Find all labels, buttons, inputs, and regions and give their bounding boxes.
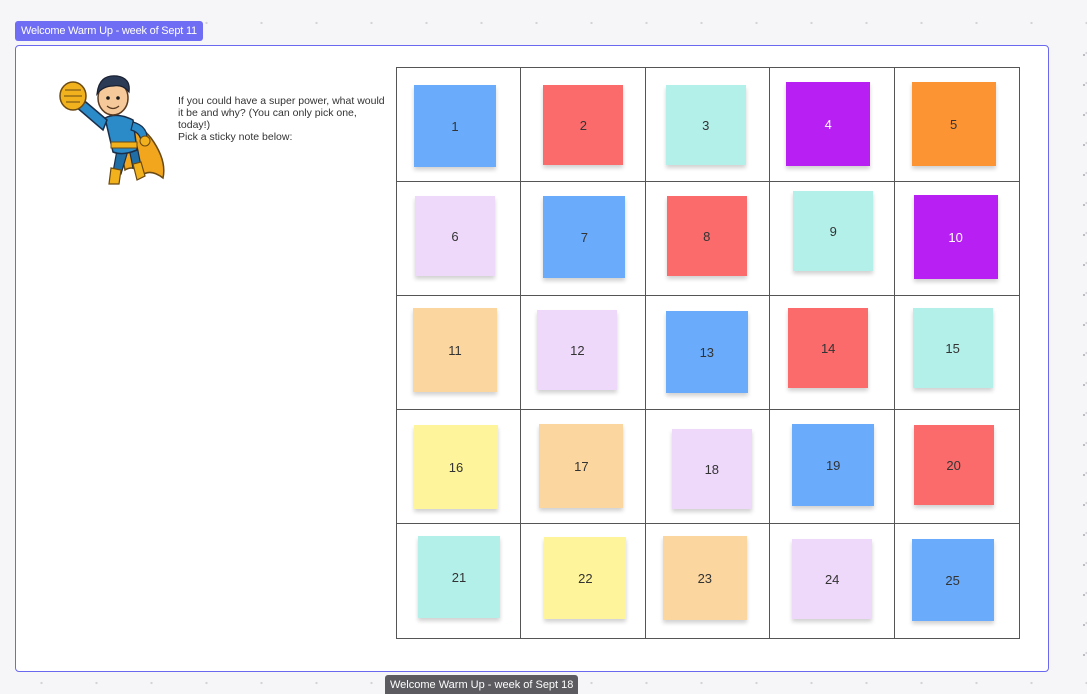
sticky-note-18[interactable]: 18	[671, 429, 752, 509]
sticky-note-10[interactable]: 10	[913, 195, 998, 279]
sticky-note-label: 22	[578, 570, 593, 586]
grid-cell: 8	[645, 182, 771, 296]
sticky-note-label: 7	[580, 229, 588, 245]
sticky-note-25[interactable]: 25	[911, 539, 994, 621]
sticky-note-label: 4	[824, 116, 832, 132]
grid-cell: 15	[894, 296, 1019, 410]
sticky-note-label: 11	[448, 342, 462, 358]
sticky-note-label: 15	[945, 340, 960, 356]
sticky-note-7[interactable]: 7	[543, 196, 626, 278]
sticky-note-grid: 1 2 3 4 5 6 7 8 9 10 11 12 13 14 15 16 17 18 19 20 21 22 23 24 2…	[396, 67, 1020, 639]
sticky-note-6[interactable]: 6	[415, 196, 495, 276]
sticky-note-label: 19	[825, 457, 841, 473]
sticky-note-label: 20	[946, 457, 961, 473]
sticky-note-1[interactable]: 1	[414, 85, 496, 167]
sticky-note-label: 10	[948, 229, 963, 245]
grid-cell: 6	[397, 182, 522, 296]
grid-cell: 11	[397, 296, 522, 410]
sticky-note-label: 5	[949, 116, 958, 132]
sticky-note-23[interactable]: 23	[662, 536, 747, 620]
sticky-note-label: 1	[451, 118, 459, 134]
warm-up-prompt[interactable]: If you could have a super power, what wo…	[178, 95, 388, 143]
sticky-note-3[interactable]: 3	[665, 85, 746, 165]
sticky-note-label: 14	[820, 340, 836, 356]
sticky-note-13[interactable]: 13	[665, 311, 748, 393]
grid-cell: 17	[521, 410, 646, 524]
sticky-note-label: 2	[579, 117, 587, 133]
grid-cell: 20	[894, 410, 1019, 524]
sticky-note-17[interactable]: 17	[539, 424, 624, 508]
sticky-note-label: 18	[704, 461, 720, 477]
sticky-note-9[interactable]: 9	[793, 191, 874, 271]
superhero-illustration[interactable]	[55, 68, 173, 188]
sticky-note-label: 24	[824, 571, 840, 587]
sticky-note-label: 8	[703, 228, 711, 244]
sticky-note-label: 25	[945, 572, 960, 588]
grid-cell: 9	[770, 182, 895, 296]
grid-cell: 18	[645, 410, 771, 524]
grid-cell: 4	[770, 68, 895, 182]
sticky-note-24[interactable]: 24	[792, 539, 873, 619]
sticky-note-5[interactable]: 5	[911, 82, 996, 166]
sticky-note-21[interactable]: 21	[418, 536, 500, 618]
frame-title-tab[interactable]: Welcome Warm Up - week of Sept 11	[15, 21, 203, 41]
grid-cell: 12	[521, 296, 646, 410]
prompt-instruction: Pick a sticky note below:	[178, 131, 293, 143]
prompt-question: If you could have a super power, what wo…	[178, 95, 385, 131]
grid-cell: 2	[521, 68, 646, 182]
grid-cell: 10	[894, 182, 1019, 296]
grid-cell: 7	[521, 182, 646, 296]
sticky-note-22[interactable]: 22	[544, 537, 627, 619]
sticky-note-12[interactable]: 12	[537, 310, 618, 390]
sticky-note-14[interactable]: 14	[788, 308, 869, 388]
grid-cell: 5	[894, 68, 1019, 182]
sticky-note-label: 23	[697, 570, 713, 586]
sticky-note-2[interactable]: 2	[543, 85, 624, 165]
sticky-note-4[interactable]: 4	[786, 82, 871, 166]
sticky-note-label: 12	[570, 342, 585, 358]
sticky-note-19[interactable]: 19	[792, 424, 875, 506]
sticky-note-15[interactable]: 15	[912, 308, 993, 388]
grid-cell: 1	[397, 68, 522, 182]
sticky-note-11[interactable]: 11	[413, 308, 497, 392]
grid-cell: 14	[770, 296, 895, 410]
sticky-note-20[interactable]: 20	[913, 425, 994, 505]
grid-cell: 13	[645, 296, 771, 410]
sticky-note-label: 17	[574, 458, 589, 474]
sticky-note-label: 13	[699, 344, 715, 360]
sticky-note-label: 9	[829, 223, 837, 239]
grid-cell: 3	[645, 68, 771, 182]
next-frame-title-tab[interactable]: Welcome Warm Up - week of Sept 18	[385, 675, 579, 694]
sticky-note-label: 3	[702, 117, 710, 133]
grid-cell: 16	[397, 410, 522, 524]
grid-cell: 19	[770, 410, 895, 524]
grid-cell: 24	[770, 524, 895, 638]
grid-cell: 25	[895, 524, 1019, 638]
sticky-note-8[interactable]: 8	[666, 196, 747, 276]
sticky-note-label: 16	[448, 459, 464, 475]
canvas-edge-dots	[1081, 40, 1087, 660]
grid-cell: 23	[646, 524, 771, 638]
sticky-note-16[interactable]: 16	[414, 425, 498, 509]
sticky-note-label: 21	[451, 569, 467, 585]
sticky-note-label: 6	[451, 228, 459, 244]
grid-cell: 22	[521, 524, 646, 638]
grid-cell: 21	[397, 524, 522, 638]
